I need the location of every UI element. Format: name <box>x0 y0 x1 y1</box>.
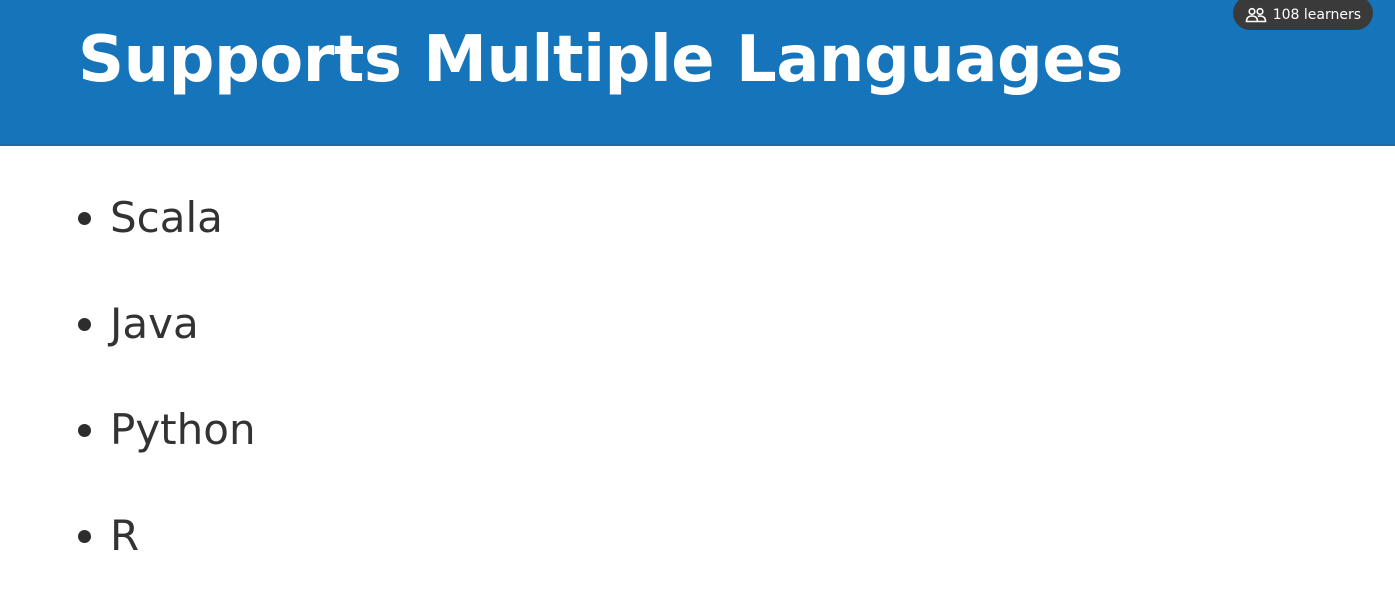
bullet-text: Scala <box>110 193 223 242</box>
learners-count-badge[interactable]: 108 learners <box>1232 0 1373 30</box>
slide-title: Supports Multiple Languages <box>78 23 1123 97</box>
bullet-icon <box>78 317 91 331</box>
list-item: Python <box>78 404 256 456</box>
bullet-text: R <box>110 511 140 560</box>
bullet-icon <box>78 423 91 437</box>
list-item: Scala <box>78 192 256 244</box>
bullet-icon <box>78 211 91 225</box>
language-bullet-list: Scala Java Python R <box>78 192 256 616</box>
learners-count-label: 108 learners <box>1272 7 1361 23</box>
slide-header: Supports Multiple Languages <box>0 0 1395 146</box>
bullet-text: Python <box>110 405 256 454</box>
list-item: Java <box>78 298 256 350</box>
bullet-icon <box>78 529 91 543</box>
list-item: R <box>78 510 256 562</box>
learners-icon <box>1245 7 1267 23</box>
bullet-text: Java <box>110 299 199 348</box>
